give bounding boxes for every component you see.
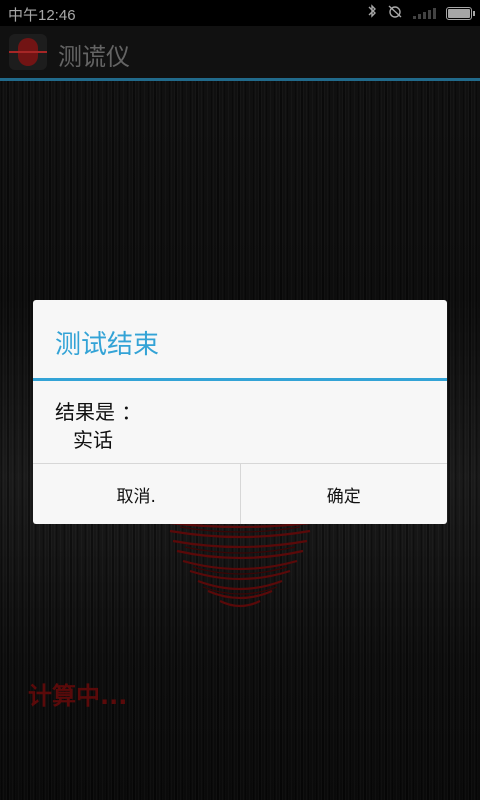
dialog-button-bar: 取消. 确定 — [33, 463, 447, 524]
dialog-divider — [33, 378, 447, 381]
ok-button[interactable]: 确定 — [239, 464, 448, 524]
result-label: 结果是 ： — [55, 400, 142, 424]
result-dialog: 测试结束 结果是 ： 实话 取消. 确定 — [33, 300, 447, 524]
dialog-message: 结果是 ： 实话 — [55, 398, 141, 454]
cancel-button[interactable]: 取消. — [33, 464, 240, 524]
dialog-title: 测试结束 — [55, 330, 160, 360]
result-value: 实话 — [73, 428, 113, 452]
